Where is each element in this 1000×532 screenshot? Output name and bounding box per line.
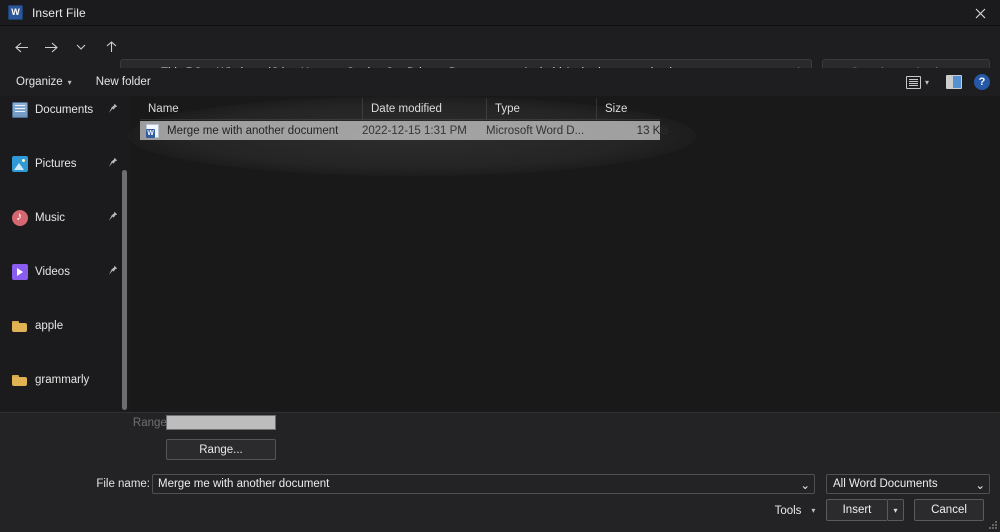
navigation-bar: › This PC › Windows (C:) › Users › Curti…	[0, 26, 1000, 87]
sidebar-item-grammarly[interactable]: grammarly	[0, 366, 130, 393]
column-header-type[interactable]: Type	[486, 97, 596, 120]
column-header-date-modified[interactable]: Date modified	[362, 97, 486, 120]
sidebar-item-videos[interactable]: Videos	[0, 258, 130, 285]
sidebar-item-label: Music	[35, 211, 66, 224]
close-button[interactable]	[960, 0, 1000, 26]
insert-split-chevron-down-icon[interactable]: ▾	[888, 499, 904, 521]
sidebar-item-label: Documents	[35, 103, 94, 116]
back-arrow-icon[interactable]	[6, 33, 36, 61]
range-label: Range:	[132, 417, 170, 429]
sidebar-scrollbar[interactable]	[122, 170, 127, 410]
sidebar-item-label: Pictures	[35, 157, 77, 170]
list-view-icon	[905, 75, 921, 89]
music-icon	[12, 209, 28, 226]
view-options-button[interactable]: ▾	[901, 73, 934, 92]
organize-button[interactable]: Organize ▾	[8, 72, 80, 92]
file-name-value: Merge me with another document	[158, 478, 330, 490]
title-bar: W Insert File	[0, 0, 1000, 26]
column-header-label: Date modified	[371, 102, 442, 115]
range-input[interactable]	[166, 415, 276, 430]
recent-locations-chevron-down-icon[interactable]	[66, 33, 96, 61]
folder-icon	[12, 318, 28, 334]
tools-label: Tools	[774, 504, 802, 517]
sidebar-item-apple[interactable]: apple	[0, 312, 130, 339]
dialog-body: Documents Pictures Music	[0, 96, 1000, 412]
file-date-cell: 2022-12-15 1:31 PM	[362, 124, 467, 137]
file-type-filter-value: All Word Documents	[833, 478, 938, 490]
navigation-sidebar: Documents Pictures Music	[0, 96, 130, 412]
new-folder-label: New folder	[95, 76, 151, 88]
chevron-down-icon: ▾	[811, 506, 816, 515]
insert-button[interactable]: Insert	[826, 499, 888, 521]
file-list-column-headers: Name ⌃ Date modified Type Size	[140, 96, 660, 120]
word-icon: W	[8, 5, 23, 20]
pin-icon	[108, 265, 118, 276]
pictures-icon	[12, 155, 28, 172]
command-bar: Organize ▾ New folder ▾ ?	[0, 68, 1000, 96]
chevron-down-icon: ⌄	[975, 480, 985, 492]
sort-ascending-icon: ⌃	[258, 96, 266, 102]
column-header-size[interactable]: Size	[596, 97, 660, 120]
pin-icon	[108, 157, 118, 168]
column-header-name[interactable]: Name ⌃	[140, 96, 362, 120]
word-document-icon	[146, 123, 159, 138]
sidebar-item-label: apple	[35, 319, 64, 332]
window-title: Insert File	[32, 5, 86, 20]
tools-button[interactable]: Tools ▾	[766, 500, 824, 521]
file-name-input[interactable]: Merge me with another document ⌄	[152, 474, 815, 494]
sidebar-item-label: Videos	[35, 265, 70, 278]
file-list-pane: Name ⌃ Date modified Type Size Merge me …	[130, 96, 1000, 412]
documents-icon	[12, 101, 28, 118]
column-header-label: Name	[148, 102, 179, 115]
forward-arrow-icon[interactable]	[36, 33, 66, 61]
column-header-label: Size	[605, 102, 628, 115]
organize-label: Organize	[16, 76, 63, 88]
pin-icon	[108, 211, 118, 222]
sidebar-item-music[interactable]: Music	[0, 204, 130, 231]
preview-pane-icon[interactable]	[946, 75, 962, 89]
folder-icon	[12, 372, 28, 388]
sidebar-item-pictures[interactable]: Pictures	[0, 150, 130, 177]
new-folder-button[interactable]: New folder	[88, 72, 159, 92]
command-bar-right-group: ▾ ?	[901, 68, 994, 96]
cancel-button[interactable]: Cancel	[914, 499, 984, 521]
help-icon[interactable]: ?	[974, 74, 990, 90]
range-button[interactable]: Range...	[166, 439, 276, 460]
table-row[interactable]: Merge me with another document 2022-12-1…	[140, 121, 668, 140]
column-header-label: Type	[495, 102, 520, 115]
up-arrow-icon[interactable]	[96, 33, 126, 61]
file-type-cell: Microsoft Word D...	[486, 124, 585, 137]
sidebar-item-label: grammarly	[35, 373, 90, 386]
chevron-down-icon: ▾	[67, 77, 72, 87]
pin-icon	[108, 103, 118, 114]
resize-grip-icon[interactable]	[987, 519, 997, 529]
sidebar-item-documents[interactable]: Documents	[0, 96, 130, 123]
chevron-down-icon: ▾	[924, 77, 929, 87]
videos-icon	[12, 263, 28, 280]
file-name-label: File name:	[96, 478, 150, 490]
file-size-cell: 13 KB	[636, 124, 668, 137]
chevron-down-icon[interactable]: ⌄	[800, 478, 810, 492]
insert-file-dialog: W Insert File › This PC › Windows (C:) ›	[0, 0, 1000, 532]
file-name-cell: Merge me with another document	[167, 124, 339, 137]
file-type-filter-dropdown[interactable]: All Word Documents ⌄	[826, 474, 990, 494]
